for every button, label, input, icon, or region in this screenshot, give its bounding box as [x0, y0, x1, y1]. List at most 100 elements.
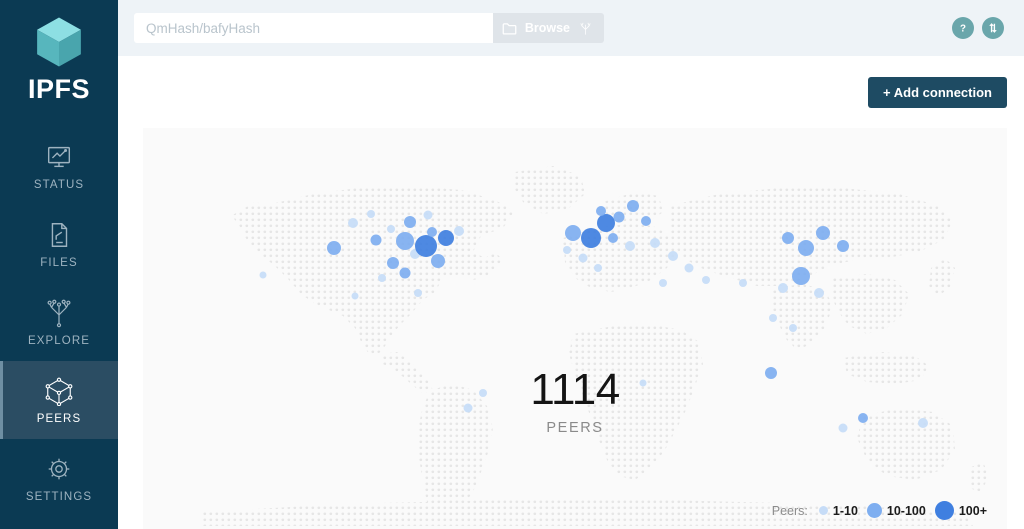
sidebar-item-label: STATUS [33, 178, 85, 191]
peer-marker[interactable] [348, 218, 358, 228]
peer-marker[interactable] [608, 233, 618, 243]
peer-marker[interactable] [479, 389, 487, 397]
peer-marker[interactable] [378, 274, 386, 282]
sidebar-item-label: PEERS [36, 412, 82, 425]
peer-marker[interactable] [370, 234, 382, 246]
peer-marker[interactable] [858, 413, 868, 423]
peer-marker[interactable] [597, 214, 615, 232]
sidebar-item-label: EXPLORE [27, 334, 91, 347]
legend-item-100-plus: 100+ [934, 501, 987, 520]
peer-marker[interactable] [565, 225, 581, 241]
peer-marker[interactable] [798, 240, 814, 256]
peer-marker[interactable] [423, 210, 433, 220]
topbar: Browse ? [118, 0, 1024, 56]
peer-marker[interactable] [778, 283, 788, 293]
peer-marker[interactable] [396, 232, 414, 250]
peer-marker[interactable] [596, 206, 606, 216]
legend-label: 10-100 [886, 503, 926, 518]
peer-marker[interactable] [684, 263, 694, 273]
peer-marker[interactable] [814, 288, 824, 298]
peer-marker[interactable] [415, 235, 437, 257]
document-icon [51, 222, 68, 247]
legend-dot-small [818, 506, 828, 515]
peer-marker[interactable] [702, 276, 710, 284]
brand: IPFS [0, 0, 118, 105]
up-down-arrows-icon [989, 23, 997, 33]
peer-marker[interactable] [627, 200, 639, 212]
legend-label: 1-10 [832, 503, 858, 518]
map-legend: Peers: 1-10 10-100 100+ [772, 501, 987, 520]
peer-marker[interactable] [816, 226, 830, 240]
svg-text:?: ? [960, 24, 966, 35]
sidebar-item-files[interactable]: FILES [0, 205, 118, 283]
legend-label: 100+ [958, 503, 987, 518]
peer-marker[interactable] [414, 289, 422, 297]
action-row: + Add connection [118, 56, 1024, 128]
add-connection-button[interactable]: + Add connection [868, 76, 1007, 108]
peer-marker[interactable] [792, 267, 810, 285]
folder-icon [502, 22, 517, 35]
peer-marker[interactable] [659, 279, 667, 287]
peer-marker[interactable] [563, 246, 571, 254]
peer-marker[interactable] [259, 271, 267, 279]
search-bar: Browse [134, 13, 604, 43]
peer-marker[interactable] [327, 241, 341, 255]
peer-marker[interactable] [463, 403, 473, 413]
legend-item-1-10: 1-10 [818, 503, 858, 518]
legend-title: Peers: [771, 503, 808, 518]
peer-marker[interactable] [438, 230, 454, 246]
question-mark-icon: ? [960, 24, 966, 35]
merkle-tree-icon [47, 299, 71, 327]
sidebar-item-peers[interactable]: PEERS [0, 361, 118, 439]
peer-marker[interactable] [837, 240, 849, 252]
world-map-panel[interactable]: 1114 PEERS Peers: 1-10 10-100 100+ [143, 128, 1007, 529]
peer-marker[interactable] [594, 264, 602, 272]
sidebar-item-settings[interactable]: SETTINGS [0, 439, 118, 517]
browse-button-label: Browse [524, 21, 570, 35]
peer-marker[interactable] [578, 253, 588, 263]
brand-name: IPFS [27, 74, 90, 104]
peer-marker[interactable] [769, 314, 777, 322]
help-button[interactable]: ? [952, 17, 974, 39]
peer-marker[interactable] [404, 216, 416, 228]
peer-marker[interactable] [399, 267, 411, 279]
peer-marker[interactable] [427, 227, 437, 237]
merkle-tree-icon [580, 22, 591, 35]
peer-marker[interactable] [387, 225, 395, 233]
peer-marker[interactable] [639, 379, 647, 387]
sidebar: IPFS STATUS FILES EXPLORE PEERS SETTINGS [0, 0, 118, 529]
connection-status-button[interactable] [982, 17, 1004, 39]
world-map-dots [203, 166, 989, 526]
sidebar-item-label: FILES [40, 256, 78, 269]
main-area: Browse ? [118, 0, 1024, 529]
legend-dot-large [934, 501, 954, 520]
search-input[interactable] [134, 13, 493, 43]
peer-marker[interactable] [387, 257, 399, 269]
legend-dot-medium [866, 503, 882, 518]
peers-page-content: + Add connection 1114 PEERS Peers: 1-10 … [118, 56, 1024, 529]
peer-marker[interactable] [613, 211, 625, 223]
browse-button[interactable]: Browse [492, 13, 604, 43]
sidebar-item-explore[interactable]: EXPLORE [0, 283, 118, 361]
peer-marker[interactable] [668, 251, 678, 261]
ipfs-web-ui: IPFS STATUS FILES EXPLORE PEERS SETTINGS… [0, 0, 1024, 529]
peer-marker[interactable] [650, 238, 660, 248]
peer-marker[interactable] [367, 210, 375, 218]
peer-marker[interactable] [782, 232, 794, 244]
peer-marker[interactable] [739, 279, 747, 287]
topbar-actions: ? [952, 17, 1004, 39]
peer-marker[interactable] [838, 423, 848, 433]
peer-marker[interactable] [581, 228, 601, 248]
sidebar-item-label: SETTINGS [25, 490, 93, 503]
peer-marker[interactable] [454, 226, 464, 236]
ipfs-cube-logo [37, 17, 81, 67]
peer-marker[interactable] [765, 367, 777, 379]
peer-marker[interactable] [789, 324, 797, 332]
cube-nodes-icon [45, 377, 73, 406]
sidebar-item-status[interactable]: STATUS [0, 127, 118, 205]
peer-marker[interactable] [918, 418, 928, 428]
peer-marker[interactable] [641, 216, 651, 226]
peer-marker[interactable] [625, 241, 635, 251]
peer-marker[interactable] [431, 254, 445, 268]
peer-marker[interactable] [351, 292, 359, 300]
